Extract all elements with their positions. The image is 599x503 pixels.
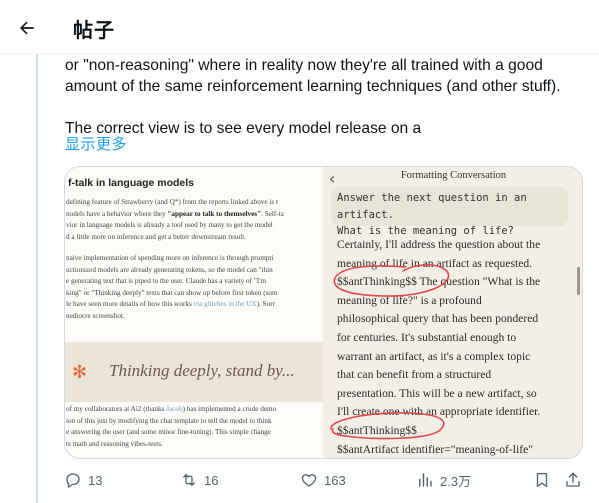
header-divider xyxy=(0,53,599,54)
repost-button[interactable]: 16 xyxy=(180,467,218,493)
bookmark-icon xyxy=(536,472,548,488)
like-button[interactable]: 163 xyxy=(300,467,346,493)
chat-screenshot: Formatting Conversation ‹ Answer the nex… xyxy=(323,167,582,458)
article-screenshot: f-talk in language models defining featu… xyxy=(65,167,323,458)
bookmark-button[interactable] xyxy=(533,467,551,493)
article-paragraph: defining feature of Strawberry (and Q*) … xyxy=(66,198,284,241)
page-title: 帖子 xyxy=(73,20,115,42)
show-more-link[interactable]: 显示更多 xyxy=(65,133,127,154)
user-message: Answer the next question in an artifact.… xyxy=(331,187,568,237)
reply-button[interactable]: 13 xyxy=(64,467,102,493)
reply-count: 13 xyxy=(88,472,103,488)
article-paragraph: of my collaborators at Ai2 (thanks Jacob… xyxy=(66,405,277,448)
assistant-reply: Certainly, I'll address the question abo… xyxy=(337,238,541,456)
tweet-line: amount of the same reinforcement learnin… xyxy=(65,78,561,95)
tweet-media-image[interactable]: f-talk in language models defining featu… xyxy=(64,166,583,459)
chevron-left-icon: ‹ xyxy=(329,169,336,188)
thinking-banner-text: Thinking deeply, stand by... xyxy=(109,361,295,380)
repost-count: 16 xyxy=(204,472,219,488)
article-link: via glitches in the UX xyxy=(193,300,257,309)
tweet-text: or "non-reasoning" where in reality now … xyxy=(65,55,585,139)
tweet-line: The correct view is to see every model r… xyxy=(65,120,422,137)
arrow-left-icon xyxy=(20,21,34,35)
asterisk-icon: ✻ xyxy=(72,362,88,382)
tweet-actions: 13 16 163 2.3万 xyxy=(64,467,584,493)
thinking-banner: ✻ Thinking deeply, stand by... xyxy=(65,342,323,402)
repost-icon xyxy=(183,474,195,486)
article-heading: f-talk in language models xyxy=(68,177,195,189)
views-icon xyxy=(419,473,432,487)
views-count: 2.3万 xyxy=(440,473,472,489)
reply-icon xyxy=(66,473,80,488)
like-count: 163 xyxy=(324,472,346,488)
thread-line xyxy=(36,54,38,503)
tweet-line: or "non-reasoning" where in reality now … xyxy=(65,57,543,74)
chat-title: Formatting Conversation xyxy=(400,170,507,181)
views-button[interactable]: 2.3万 xyxy=(416,467,471,493)
article-paragraph: naive implementation of spending more on… xyxy=(66,254,278,320)
back-button[interactable] xyxy=(10,11,44,45)
article-link: Jacob xyxy=(166,405,183,413)
share-button[interactable] xyxy=(564,467,582,493)
header: 帖子 xyxy=(0,0,599,54)
share-icon xyxy=(566,472,580,487)
like-icon xyxy=(301,474,317,487)
scrollbar-thumb xyxy=(577,267,580,295)
